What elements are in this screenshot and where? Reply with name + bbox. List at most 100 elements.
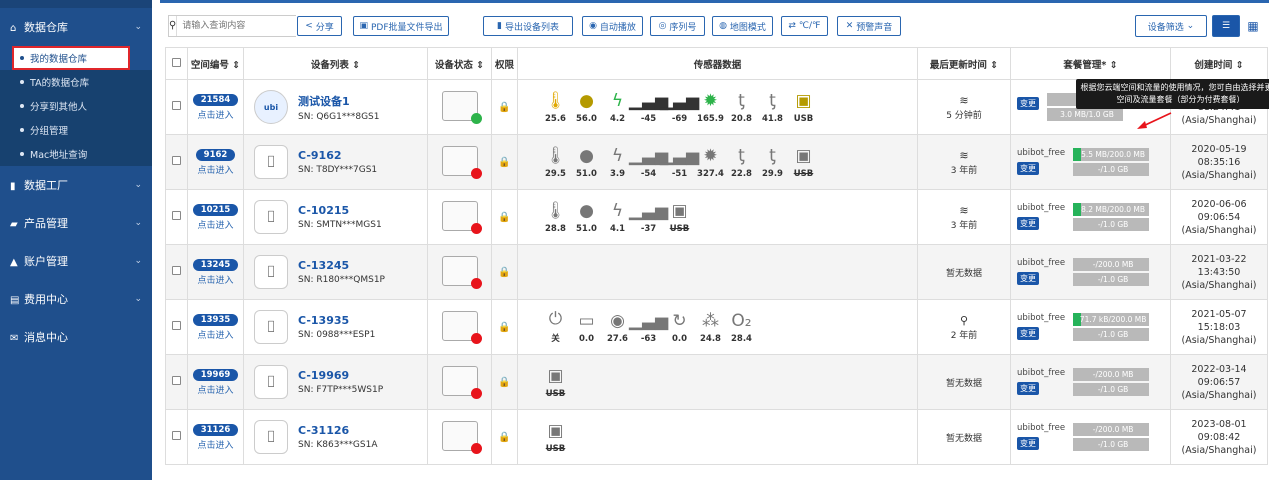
sort-icon[interactable]: ⇕ bbox=[987, 60, 998, 71]
sidebar-section[interactable]: ▤ 费用中心 ⌄ bbox=[0, 280, 152, 318]
sensor-reading[interactable]: ✹ 165.9 bbox=[695, 90, 726, 124]
row-checkbox[interactable] bbox=[172, 156, 181, 165]
alarm-sound-button[interactable]: ✕ 预警声音 bbox=[837, 16, 901, 36]
sort-icon[interactable]: ⇕ bbox=[1106, 60, 1118, 71]
device-name[interactable]: C-13245 bbox=[298, 259, 385, 272]
space-id-badge[interactable]: 21584 bbox=[192, 93, 239, 106]
device-name[interactable]: C-13935 bbox=[298, 314, 375, 327]
list-view-button[interactable]: ☰ bbox=[1212, 15, 1240, 37]
device-filter-dropdown[interactable]: 设备筛选 ⌄ bbox=[1135, 15, 1207, 37]
sidebar-section[interactable]: ▲ 账户管理 ⌄ bbox=[0, 242, 152, 280]
row-checkbox[interactable] bbox=[172, 376, 181, 385]
row-checkbox[interactable] bbox=[172, 101, 181, 110]
sensor-reading[interactable]: 🌡 29.5 bbox=[540, 145, 571, 179]
space-id-badge[interactable]: 13935 bbox=[192, 313, 239, 326]
column-header[interactable]: 空间编号 ⇕ bbox=[187, 47, 244, 80]
row-checkbox[interactable] bbox=[172, 211, 181, 220]
column-header[interactable]: 创建时间 ⇕ bbox=[1170, 47, 1268, 80]
device-name[interactable]: C-19969 bbox=[298, 369, 383, 382]
device-name[interactable]: C-31126 bbox=[298, 424, 378, 437]
sidebar-section[interactable]: ▮ 数据工厂 ⌄ bbox=[0, 166, 152, 204]
grid-view-button[interactable]: ▦ bbox=[1243, 15, 1263, 37]
row-checkbox[interactable] bbox=[172, 266, 181, 275]
search-box[interactable]: ⚲ bbox=[168, 15, 303, 37]
enter-link[interactable]: 点击进入 bbox=[188, 273, 243, 286]
sort-icon[interactable]: ⇕ bbox=[473, 60, 484, 71]
sensor-reading[interactable]: ⁂ 24.8 bbox=[695, 310, 726, 344]
row-checkbox[interactable] bbox=[172, 321, 181, 330]
export-devices-button[interactable]: ▮ 导出设备列表 bbox=[483, 16, 573, 36]
sensor-reading[interactable]: ▣ USB bbox=[540, 365, 571, 399]
sensor-reading[interactable]: ▁▃▅ -63 bbox=[629, 310, 668, 344]
sidebar-subitem[interactable]: TA的数据仓库 bbox=[0, 70, 152, 94]
enter-link[interactable]: 点击进入 bbox=[188, 383, 243, 396]
device-name[interactable]: 测试设备1 bbox=[298, 93, 380, 109]
serial-number-button[interactable]: ◎ 序列号 bbox=[650, 16, 705, 36]
space-id-badge[interactable]: 13245 bbox=[192, 258, 239, 271]
sensor-reading[interactable]: ▁▃▅ -51 bbox=[660, 145, 699, 179]
row-checkbox[interactable] bbox=[172, 431, 181, 440]
table-row[interactable]: 13935 点击进入 ⌷ C-13935 SN: 0988***ESP1 🔒 ⏻ 关 ▭ 0.0 ◉… bbox=[165, 299, 1268, 355]
search-input[interactable] bbox=[177, 16, 303, 36]
sensor-reading[interactable]: ▭ 0.0 bbox=[571, 310, 602, 344]
enter-link[interactable]: 点击进入 bbox=[188, 108, 243, 121]
table-row[interactable]: 31126 点击进入 ⌷ C-31126 SN: K863***GS1A 🔒 ▣ USB 暂无数… bbox=[165, 409, 1268, 465]
device-name[interactable]: C-9162 bbox=[298, 149, 377, 162]
sensor-reading[interactable]: ƫ 22.8 bbox=[726, 145, 757, 179]
space-id-badge[interactable]: 10215 bbox=[192, 203, 239, 216]
enter-link[interactable]: 点击进入 bbox=[188, 328, 243, 341]
map-mode-button[interactable]: ◍ 地图模式 bbox=[712, 16, 773, 36]
sidebar-subitem[interactable]: 分享到其他人 bbox=[0, 94, 152, 118]
sensor-reading[interactable]: ƫ 20.8 bbox=[726, 90, 757, 124]
share-button[interactable]: < 分享 bbox=[297, 16, 342, 36]
sensor-reading[interactable]: ▁▃▅ -69 bbox=[660, 90, 699, 124]
sensor-reading[interactable]: ▣ USB bbox=[788, 90, 819, 124]
search-icon[interactable]: ⚲ bbox=[169, 16, 178, 36]
sensor-reading[interactable]: ✹ 327.4 bbox=[695, 145, 726, 179]
column-header[interactable]: 设备列表 ⇕ bbox=[243, 47, 428, 80]
column-header[interactable]: 套餐管理* ⇕ bbox=[1010, 47, 1171, 80]
sensor-reading[interactable]: ▣ USB bbox=[540, 420, 571, 454]
sensor-reading[interactable]: ▣ USB bbox=[664, 200, 695, 234]
sensor-reading[interactable]: ƫ 29.9 bbox=[757, 145, 788, 179]
sensor-reading[interactable]: ● 51.0 bbox=[571, 200, 602, 234]
change-package-button[interactable]: 变更 bbox=[1017, 382, 1039, 395]
select-all-checkbox[interactable] bbox=[172, 57, 181, 67]
pdf-export-button[interactable]: ▣ PDF批量文件导出 bbox=[353, 16, 449, 36]
sidebar-section[interactable]: ⌂ 数据仓库 ⌄ bbox=[0, 8, 152, 46]
change-package-button[interactable]: 变更 bbox=[1017, 217, 1039, 230]
sidebar-section[interactable]: ▰ 产品管理 ⌄ bbox=[0, 204, 152, 242]
change-package-button[interactable]: 变更 bbox=[1017, 97, 1039, 110]
sort-icon[interactable]: ⇕ bbox=[1232, 60, 1244, 71]
column-header[interactable]: 设备状态 ⇕ bbox=[427, 47, 492, 80]
sidebar-subitem[interactable]: Mac地址查询 bbox=[0, 142, 152, 166]
sidebar-subitem[interactable]: 分组管理 bbox=[0, 118, 152, 142]
enter-link[interactable]: 点击进入 bbox=[188, 438, 243, 451]
sort-icon[interactable]: ⇕ bbox=[349, 60, 360, 71]
sensor-reading[interactable]: ● 51.0 bbox=[571, 145, 602, 179]
sensor-reading[interactable]: 🌡 28.8 bbox=[540, 200, 571, 234]
sensor-reading[interactable]: ↻ 0.0 bbox=[664, 310, 695, 344]
device-name[interactable]: C-10215 bbox=[298, 204, 382, 217]
table-row[interactable]: 19969 点击进入 ⌷ C-19969 SN: F7TP***5WS1P 🔒 ▣ USB 暂无… bbox=[165, 354, 1268, 410]
enter-link[interactable]: 点击进入 bbox=[188, 163, 243, 176]
change-package-button[interactable]: 变更 bbox=[1017, 437, 1039, 450]
autoplay-button[interactable]: ◉ 自动播放 bbox=[582, 16, 643, 36]
sensor-reading[interactable]: 🌡 25.6 bbox=[540, 90, 571, 124]
enter-link[interactable]: 点击进入 bbox=[188, 218, 243, 231]
sensor-reading[interactable]: ƫ 41.8 bbox=[757, 90, 788, 124]
space-id-badge[interactable]: 19969 bbox=[192, 368, 239, 381]
sidebar-subitem[interactable]: 我的数据仓库 bbox=[12, 46, 130, 70]
temperature-unit-button[interactable]: ⇄ ℃/℉ bbox=[781, 16, 828, 36]
sidebar-section[interactable]: ✉ 消息中心 bbox=[0, 318, 152, 356]
space-id-badge[interactable]: 9162 bbox=[195, 148, 236, 161]
table-row[interactable]: 13245 点击进入 ⌷ C-13245 SN: R180***QMS1P 🔒 暂无数据 ub… bbox=[165, 244, 1268, 300]
table-row[interactable]: 9162 点击进入 ⌷ C-9162 SN: T8DY***7GS1 🔒 🌡 29.5 ● 51.… bbox=[165, 134, 1268, 190]
sensor-reading[interactable]: O₂ 28.4 bbox=[726, 310, 757, 344]
space-id-badge[interactable]: 31126 bbox=[192, 423, 239, 436]
table-row[interactable]: 10215 点击进入 ⌷ C-10215 SN: SMTN***MGS1 🔒 🌡 28.8 ● 5… bbox=[165, 189, 1268, 245]
sensor-reading[interactable]: ▁▃▅ -37 bbox=[629, 200, 668, 234]
sensor-reading[interactable]: ● 56.0 bbox=[571, 90, 602, 124]
change-package-button[interactable]: 变更 bbox=[1017, 327, 1039, 340]
change-package-button[interactable]: 变更 bbox=[1017, 162, 1039, 175]
